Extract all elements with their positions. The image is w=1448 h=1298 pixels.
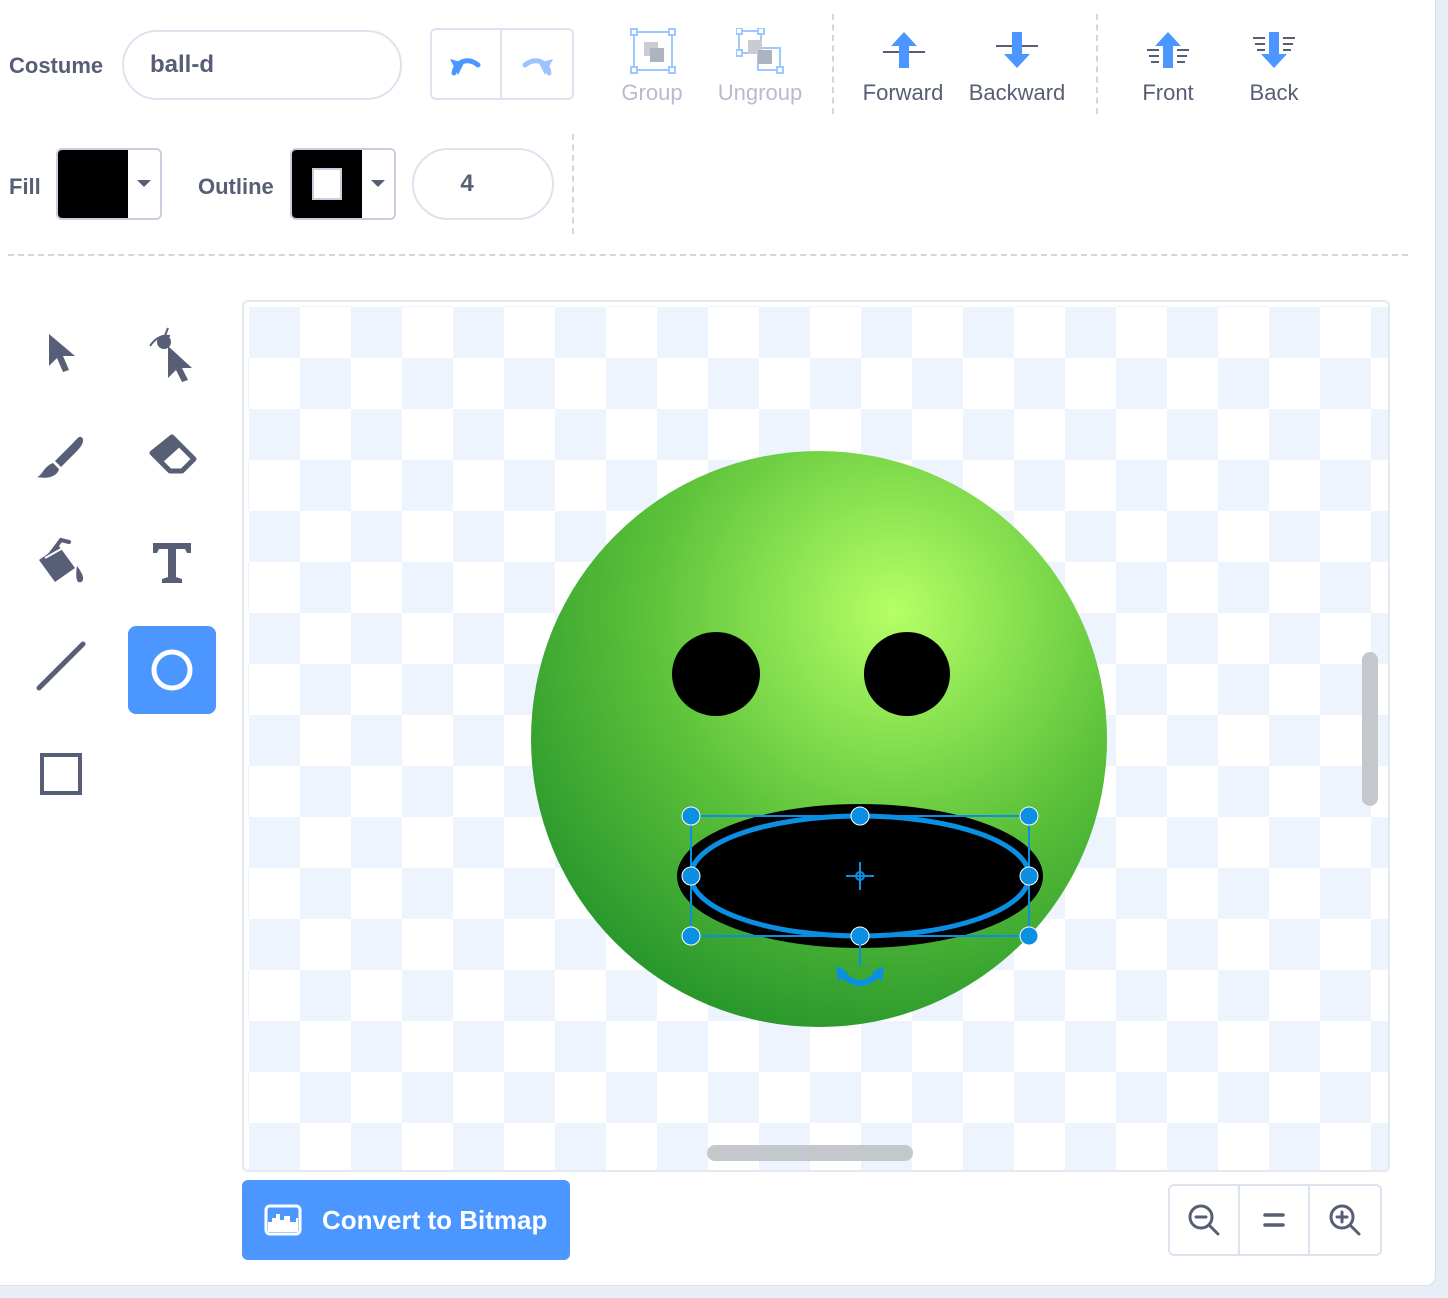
costume-label: Costume <box>9 53 104 78</box>
ungroup-label: Ungroup <box>717 80 803 105</box>
convert-to-bitmap-label: Convert to Bitmap <box>322 1204 548 1235</box>
front-label: Front <box>1142 80 1194 105</box>
rectangle-tool[interactable] <box>17 730 105 818</box>
outline-color-swatch <box>292 150 362 218</box>
zoom-in-icon <box>1329 1204 1361 1236</box>
toolbar-divider <box>832 14 834 114</box>
costume-name-input[interactable]: ball-d <box>122 30 402 100</box>
fill-color-swatch <box>58 150 128 218</box>
group-icon <box>630 28 676 74</box>
fill-tool[interactable] <box>17 518 105 606</box>
eraser-tool[interactable] <box>128 414 216 502</box>
face-sprite[interactable] <box>531 451 1107 1027</box>
forward-arrow-icon <box>883 32 925 68</box>
chevron-down-icon <box>362 150 394 218</box>
backward-label: Backward <box>968 80 1066 105</box>
circle-tool[interactable] <box>128 626 216 714</box>
backward-button[interactable]: Backward <box>957 24 1077 108</box>
circle-icon <box>151 649 193 691</box>
zoom-controls <box>1168 1184 1382 1256</box>
ungroup-button[interactable]: Ungroup <box>700 24 820 108</box>
outline-color-picker[interactable] <box>290 148 396 220</box>
outline-width-value: 4 <box>460 170 474 197</box>
front-button[interactable]: Front <box>1108 24 1228 108</box>
costume-name-value: ball-d <box>150 51 214 78</box>
redo-icon <box>522 58 553 76</box>
fill-color-picker[interactable] <box>56 148 162 220</box>
rectangle-icon <box>40 753 82 795</box>
zoom-in-button[interactable] <box>1310 1186 1380 1254</box>
chevron-down-icon <box>128 150 160 218</box>
group-label: Group <box>621 80 683 105</box>
outline-width-input[interactable]: 4 <box>412 148 554 220</box>
canvas-svg <box>248 306 1388 1170</box>
right-eye[interactable] <box>864 632 950 716</box>
line-tool[interactable] <box>17 622 105 710</box>
select-arrow-icon <box>49 334 75 372</box>
undo-redo-group <box>430 28 574 100</box>
ungroup-icon <box>736 28 784 74</box>
eraser-icon <box>149 434 197 474</box>
convert-to-bitmap-button[interactable]: Convert to Bitmap <box>242 1180 570 1260</box>
undo-button[interactable] <box>432 30 502 98</box>
drawing-canvas[interactable] <box>242 300 1390 1172</box>
zoom-reset-button[interactable] <box>1240 1186 1310 1254</box>
redo-button[interactable] <box>502 30 572 98</box>
text-tool[interactable] <box>128 518 216 606</box>
brush-icon <box>37 436 84 478</box>
toolbar-divider <box>572 134 574 234</box>
horizontal-scrollbar[interactable] <box>707 1145 913 1161</box>
fill-label: Fill <box>9 174 41 199</box>
back-button[interactable]: Back <box>1214 24 1334 108</box>
line-icon <box>36 641 86 691</box>
left-eye[interactable] <box>672 632 760 716</box>
reshape-tool[interactable] <box>128 310 216 398</box>
toolbar-divider <box>1096 14 1098 114</box>
select-tool[interactable] <box>17 310 105 398</box>
text-icon <box>153 543 191 583</box>
backward-arrow-icon <box>996 32 1038 68</box>
reshape-icon <box>149 327 192 382</box>
section-divider <box>8 254 1408 256</box>
vertical-scrollbar[interactable] <box>1362 652 1378 806</box>
forward-label: Forward <box>862 80 944 105</box>
outline-label: Outline <box>198 174 274 199</box>
zoom-out-icon <box>1188 1204 1220 1236</box>
paint-editor: Costume ball-d Group Ungroup Forward Bac… <box>0 0 1436 1286</box>
back-arrow-icon <box>1253 32 1295 68</box>
fill-bucket-icon <box>39 537 84 583</box>
bitmap-image-icon <box>264 1204 302 1236</box>
group-button[interactable]: Group <box>592 24 712 108</box>
undo-icon <box>450 58 481 76</box>
back-label: Back <box>1249 80 1299 105</box>
front-arrow-icon <box>1147 32 1189 68</box>
brush-tool[interactable] <box>17 414 105 502</box>
forward-button[interactable]: Forward <box>843 24 963 108</box>
zoom-out-button[interactable] <box>1170 1186 1240 1254</box>
zoom-reset-icon <box>1263 1213 1285 1227</box>
